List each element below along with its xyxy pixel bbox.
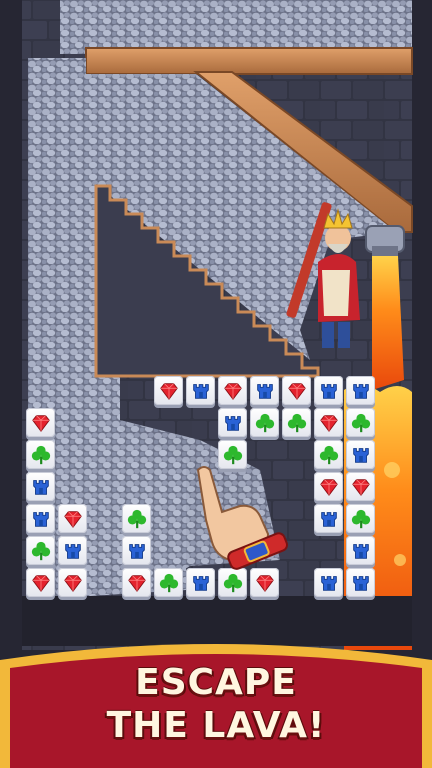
- tile-tower[interactable]: [314, 568, 343, 597]
- tile-tower[interactable]: [58, 536, 87, 565]
- tile-clover[interactable]: [154, 568, 183, 597]
- tile-tower[interactable]: [122, 536, 151, 565]
- tile-gem[interactable]: [122, 568, 151, 597]
- tile-tower[interactable]: [314, 376, 343, 405]
- tile-tower[interactable]: [346, 440, 375, 469]
- tower-icon: [352, 575, 369, 591]
- tile-clover[interactable]: [218, 568, 247, 597]
- tile-tower[interactable]: [250, 376, 279, 405]
- clover-icon: [287, 413, 306, 432]
- tile-tower[interactable]: [346, 536, 375, 565]
- banner-title-line2: THE LAVA!: [106, 705, 326, 746]
- gem-icon: [31, 414, 50, 432]
- tower-icon: [352, 383, 369, 399]
- gravel-top: [60, 0, 412, 54]
- tower-icon: [352, 543, 369, 559]
- tower-icon: [64, 543, 81, 559]
- tower-icon: [256, 383, 273, 399]
- tile-tower[interactable]: [26, 504, 55, 533]
- clover-icon: [159, 573, 178, 592]
- tile-gem[interactable]: [314, 408, 343, 437]
- gem-icon: [159, 382, 178, 400]
- tile-clover[interactable]: [282, 408, 311, 437]
- tile-tower[interactable]: [186, 376, 215, 405]
- tile-tower[interactable]: [26, 472, 55, 501]
- tile-tower[interactable]: [346, 568, 375, 597]
- tile-clover[interactable]: [314, 440, 343, 469]
- tile-tower[interactable]: [314, 504, 343, 533]
- gem-icon: [223, 382, 242, 400]
- clover-icon: [31, 541, 50, 560]
- pipe-mouth: [372, 246, 398, 256]
- tower-icon: [320, 575, 337, 591]
- tile-gem[interactable]: [58, 568, 87, 597]
- clover-icon: [319, 445, 338, 464]
- gem-icon: [351, 478, 370, 496]
- tile-clover[interactable]: [250, 408, 279, 437]
- tile-clover[interactable]: [26, 536, 55, 565]
- tower-icon: [224, 415, 241, 431]
- tile-gem[interactable]: [282, 376, 311, 405]
- tile-clover[interactable]: [346, 504, 375, 533]
- clover-icon: [127, 509, 146, 528]
- clover-icon: [255, 413, 274, 432]
- tile-gem[interactable]: [250, 568, 279, 597]
- floor: [22, 596, 412, 646]
- pointing-hand-icon: [196, 466, 289, 570]
- tile-clover[interactable]: [122, 504, 151, 533]
- tower-icon: [128, 543, 145, 559]
- clover-icon: [351, 509, 370, 528]
- tower-icon: [192, 383, 209, 399]
- gem-icon: [287, 382, 306, 400]
- tile-gem[interactable]: [346, 472, 375, 501]
- clover-icon: [223, 573, 242, 592]
- tower-icon: [32, 479, 49, 495]
- clover-icon: [351, 413, 370, 432]
- wood-shelf: [85, 47, 413, 75]
- tile-gem[interactable]: [26, 408, 55, 437]
- gem-icon: [63, 510, 82, 528]
- gem-icon: [255, 574, 274, 592]
- tower-icon: [352, 447, 369, 463]
- clover-icon: [31, 445, 50, 464]
- game-stage: ESCAPE THE LAVA!: [0, 0, 432, 768]
- gem-icon: [127, 574, 146, 592]
- gem-icon: [31, 574, 50, 592]
- tile-tower[interactable]: [346, 376, 375, 405]
- tower-icon: [320, 511, 337, 527]
- tower-icon: [32, 511, 49, 527]
- tile-gem[interactable]: [26, 568, 55, 597]
- gem-icon: [63, 574, 82, 592]
- tile-gem[interactable]: [218, 376, 247, 405]
- tile-tower[interactable]: [186, 568, 215, 597]
- tower-icon: [192, 575, 209, 591]
- banner-title-line1: ESCAPE: [135, 662, 297, 703]
- gem-icon: [319, 478, 338, 496]
- tile-clover[interactable]: [346, 408, 375, 437]
- tile-tower[interactable]: [218, 408, 247, 437]
- tower-icon: [320, 383, 337, 399]
- tile-gem[interactable]: [154, 376, 183, 405]
- tile-gem[interactable]: [314, 472, 343, 501]
- gem-icon: [319, 414, 338, 432]
- tile-clover[interactable]: [26, 440, 55, 469]
- tile-gem[interactable]: [58, 504, 87, 533]
